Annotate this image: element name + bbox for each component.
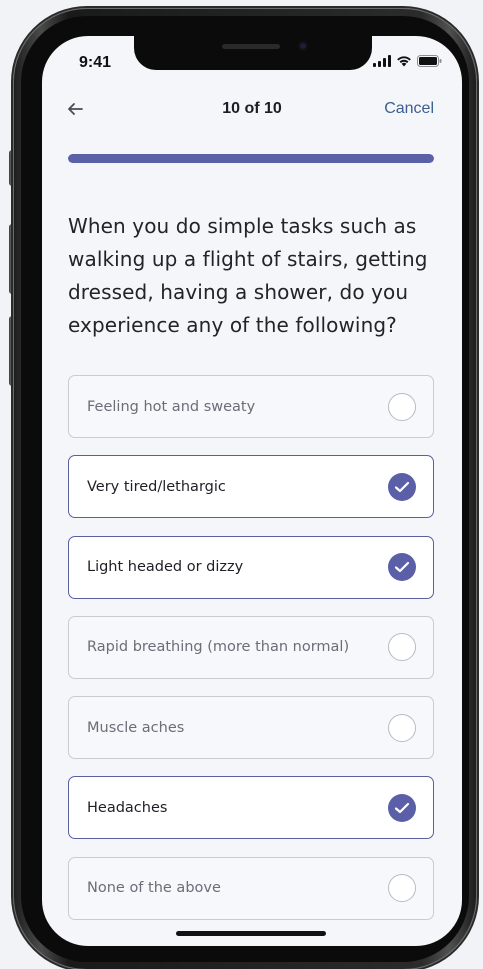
front-camera: [298, 41, 308, 51]
back-button[interactable]: [64, 98, 86, 120]
speaker-grille: [222, 44, 280, 49]
wifi-icon: [397, 56, 411, 67]
options-list: Feeling hot and sweaty Very tired/letharg…: [68, 375, 434, 937]
option-item[interactable]: Rapid breathing (more than normal): [68, 615, 434, 679]
option-label: Very tired/lethargic: [87, 478, 226, 495]
checkmark-icon: [394, 802, 410, 814]
option-item[interactable]: Very tired/lethargic: [68, 455, 434, 519]
battery-icon: [417, 55, 442, 67]
arrow-left-icon: [68, 103, 83, 115]
option-label: Feeling hot and sweaty: [87, 398, 256, 415]
home-indicator: [176, 931, 326, 936]
checkmark-icon: [394, 481, 410, 492]
status-time: 9:41: [79, 54, 112, 71]
checkmark-icon: [394, 561, 410, 573]
option-label: Rapid breathing (more than normal): [87, 639, 350, 656]
option-label: None of the above: [87, 880, 221, 897]
option-item[interactable]: None of the above: [68, 856, 434, 920]
notch: [134, 36, 372, 70]
progress-fill: [68, 154, 434, 163]
checkbox-checked[interactable]: [388, 553, 416, 582]
checkbox-unchecked[interactable]: [388, 713, 416, 742]
option-item[interactable]: Headaches: [68, 776, 434, 840]
checkbox-unchecked[interactable]: [388, 874, 416, 903]
option-item[interactable]: Light headed or dizzy: [68, 535, 434, 599]
phone-screen: 9:41 10 of 10 Cancel When you do simple …: [42, 36, 462, 946]
device-stage: 9:41 10 of 10 Cancel When you do simple …: [0, 0, 483, 969]
option-item[interactable]: Muscle aches: [68, 696, 434, 760]
question-text: When you do simple tasks such as walking…: [68, 214, 428, 337]
checkbox-checked[interactable]: [388, 472, 416, 501]
signal-icon: [373, 55, 391, 67]
progress-bar: [68, 154, 434, 163]
option-label: Light headed or dizzy: [87, 559, 244, 576]
option-label: Muscle aches: [87, 719, 185, 736]
checkbox-unchecked[interactable]: [388, 392, 416, 421]
checkbox-checked[interactable]: [388, 793, 416, 822]
status-icons: [373, 55, 442, 67]
cancel-button[interactable]: Cancel: [384, 100, 434, 118]
option-item[interactable]: Feeling hot and sweaty: [68, 375, 434, 438]
checkbox-unchecked[interactable]: [388, 633, 416, 662]
option-label: Headaches: [87, 799, 168, 816]
